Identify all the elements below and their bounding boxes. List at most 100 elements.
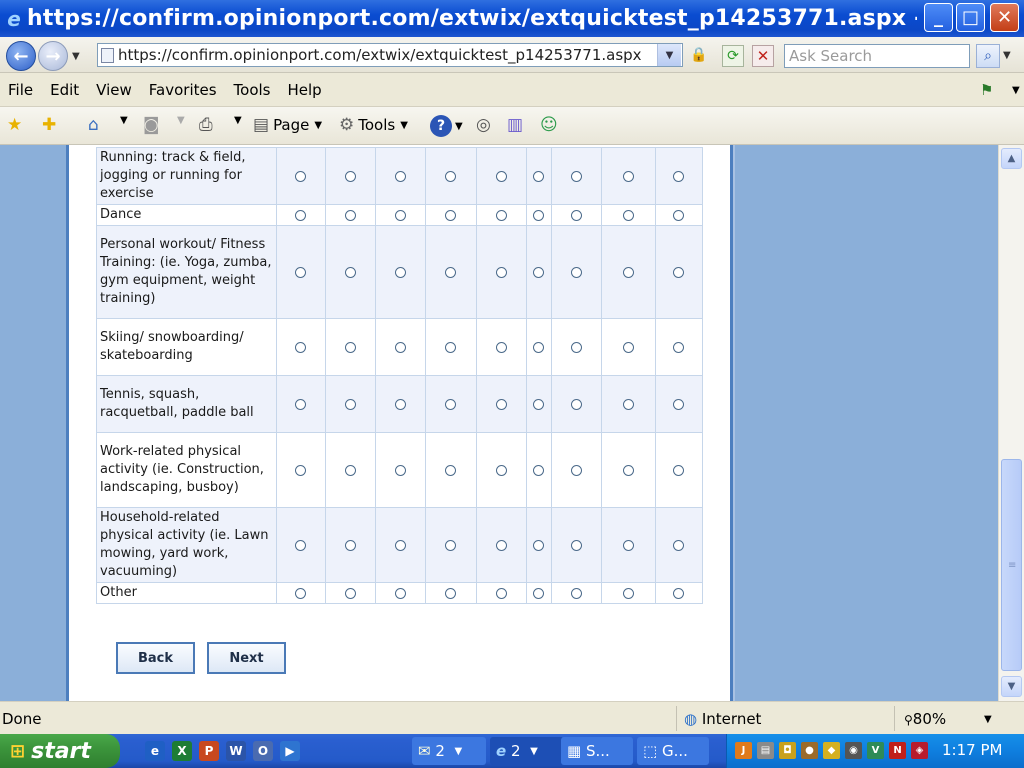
research-icon[interactable]: ◎ xyxy=(476,115,491,135)
radio-button[interactable] xyxy=(571,398,583,410)
scroll-down-icon[interactable]: ▼ xyxy=(1001,676,1022,697)
menu-view[interactable]: View xyxy=(96,81,132,99)
radio-button[interactable] xyxy=(571,170,583,182)
next-button[interactable]: Next xyxy=(207,642,286,674)
radio-button[interactable] xyxy=(673,209,685,221)
refresh-icon[interactable]: ⟳ xyxy=(722,45,744,67)
radio-button[interactable] xyxy=(623,170,635,182)
excel-icon[interactable]: X xyxy=(172,741,192,761)
radio-button[interactable] xyxy=(571,341,583,353)
radio-button[interactable] xyxy=(495,398,507,410)
tray-vc-icon[interactable]: V xyxy=(867,742,884,759)
powerpoint-icon[interactable]: P xyxy=(199,741,219,761)
feeds-icon[interactable]: ◙ xyxy=(143,115,160,135)
radio-button[interactable] xyxy=(445,398,457,410)
radio-button[interactable] xyxy=(395,266,407,278)
print-dropdown-icon[interactable]: ▼ xyxy=(234,115,242,126)
radio-button[interactable] xyxy=(571,587,583,599)
favorites-star-icon[interactable]: ★ xyxy=(7,115,22,135)
tray-n-icon[interactable]: N xyxy=(889,742,906,759)
radio-button[interactable] xyxy=(533,587,545,599)
radio-button[interactable] xyxy=(295,398,307,410)
menu-tools[interactable]: Tools xyxy=(234,81,271,99)
radio-button[interactable] xyxy=(295,266,307,278)
flag-dropdown-icon[interactable]: ▼ xyxy=(1012,85,1020,96)
history-dropdown-icon[interactable]: ▼ xyxy=(72,51,80,62)
radio-button[interactable] xyxy=(345,341,357,353)
radio-button[interactable] xyxy=(345,539,357,551)
radio-button[interactable] xyxy=(395,398,407,410)
start-button[interactable]: ⊞ start xyxy=(0,734,120,768)
radio-button[interactable] xyxy=(495,539,507,551)
radio-button[interactable] xyxy=(395,170,407,182)
scroll-thumb[interactable]: ≡ xyxy=(1001,459,1022,671)
radio-button[interactable] xyxy=(623,398,635,410)
radio-button[interactable] xyxy=(345,587,357,599)
radio-button[interactable] xyxy=(571,539,583,551)
radio-button[interactable] xyxy=(673,464,685,476)
radio-button[interactable] xyxy=(295,209,307,221)
tray-java-icon[interactable]: J xyxy=(735,742,752,759)
radio-button[interactable] xyxy=(571,266,583,278)
radio-button[interactable] xyxy=(571,464,583,476)
address-dropdown-icon[interactable]: ▼ xyxy=(657,44,681,66)
radio-button[interactable] xyxy=(295,539,307,551)
page-menu-button[interactable]: ▤ Page ▼ xyxy=(253,115,322,135)
radio-button[interactable] xyxy=(345,170,357,182)
radio-button[interactable] xyxy=(395,209,407,221)
radio-button[interactable] xyxy=(345,209,357,221)
radio-button[interactable] xyxy=(495,587,507,599)
windows-flag-icon[interactable]: ⚑ xyxy=(980,81,993,99)
radio-button[interactable] xyxy=(395,587,407,599)
radio-button[interactable] xyxy=(495,266,507,278)
search-icon[interactable]: ⌕ xyxy=(976,44,1000,68)
home-icon[interactable]: ⌂ xyxy=(88,115,99,135)
radio-button[interactable] xyxy=(295,341,307,353)
lock-icon[interactable]: 🔒 xyxy=(690,47,707,63)
print-icon[interactable]: ⎙ xyxy=(199,115,213,135)
ie-quicklaunch-icon[interactable]: e xyxy=(145,741,165,761)
task-group-1[interactable]: ✉ 2 ▼ xyxy=(412,737,486,765)
radio-button[interactable] xyxy=(445,539,457,551)
radio-button[interactable] xyxy=(495,209,507,221)
tools-menu-button[interactable]: ⚙ Tools ▼ xyxy=(339,115,408,135)
tray-shield-icon[interactable]: ◆ xyxy=(823,742,840,759)
menu-edit[interactable]: Edit xyxy=(50,81,79,99)
tray-security-icon[interactable]: ● xyxy=(801,742,818,759)
radio-button[interactable] xyxy=(295,170,307,182)
tray-printer-icon[interactable]: ▤ xyxy=(757,742,774,759)
vertical-scrollbar[interactable]: ▲ ≡ ▼ xyxy=(998,145,1024,701)
tray-speaker-icon[interactable]: ◉ xyxy=(845,742,862,759)
scroll-up-icon[interactable]: ▲ xyxy=(1001,148,1022,169)
radio-button[interactable] xyxy=(395,341,407,353)
radio-button[interactable] xyxy=(445,464,457,476)
word-icon[interactable]: W xyxy=(226,741,246,761)
back-nav-button[interactable]: ← xyxy=(6,41,36,71)
bookmark-icon[interactable]: ▥ xyxy=(507,115,523,135)
radio-button[interactable] xyxy=(623,341,635,353)
close-button[interactable]: ✕ xyxy=(990,3,1019,32)
address-input[interactable]: https://confirm.opinionport.com/extwix/e… xyxy=(97,43,683,67)
radio-button[interactable] xyxy=(445,209,457,221)
menu-help[interactable]: Help xyxy=(288,81,322,99)
tray-antivirus-icon[interactable]: ◈ xyxy=(911,742,928,759)
radio-button[interactable] xyxy=(445,266,457,278)
radio-button[interactable] xyxy=(571,209,583,221)
media-icon[interactable]: ▶ xyxy=(280,741,300,761)
menu-file[interactable]: File xyxy=(8,81,33,99)
radio-button[interactable] xyxy=(495,170,507,182)
radio-button[interactable] xyxy=(445,170,457,182)
radio-button[interactable] xyxy=(445,341,457,353)
radio-button[interactable] xyxy=(295,587,307,599)
radio-button[interactable] xyxy=(295,464,307,476)
add-favorites-icon[interactable]: ✚ xyxy=(42,115,56,135)
radio-button[interactable] xyxy=(533,266,545,278)
task-group-ie[interactable]: e 2 ▼ xyxy=(490,737,564,765)
radio-button[interactable] xyxy=(533,341,545,353)
help-icon[interactable]: ? ▼ xyxy=(430,115,463,137)
zoom-dropdown-icon[interactable]: ▼ xyxy=(984,714,992,725)
radio-button[interactable] xyxy=(673,341,685,353)
radio-button[interactable] xyxy=(673,170,685,182)
zoom-control[interactable]: ⚲80% xyxy=(904,710,946,728)
radio-button[interactable] xyxy=(345,464,357,476)
